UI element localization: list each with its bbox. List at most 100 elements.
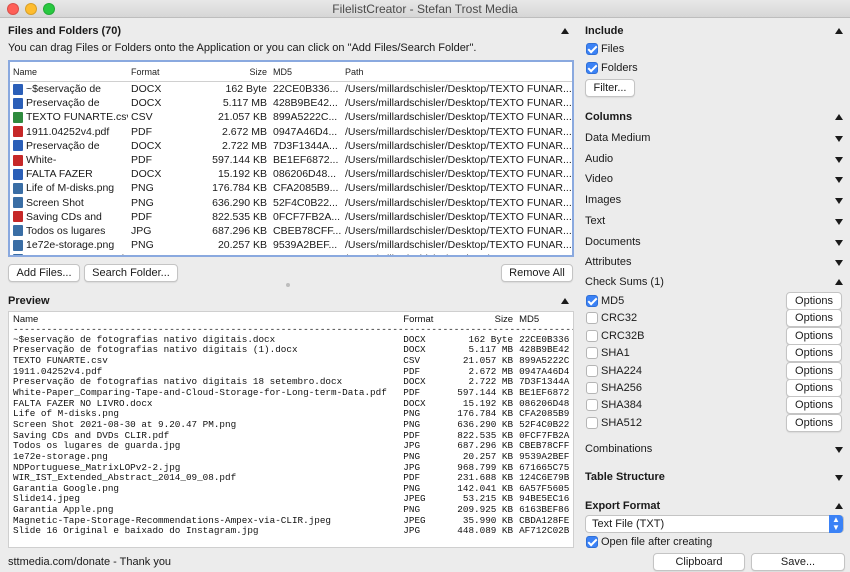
column-header-name[interactable]: Name — [10, 67, 128, 77]
preview-name: FALTA FAZER NO LIVRO.docx — [13, 397, 153, 409]
preview-size: 162 Byte — [468, 333, 514, 345]
collapse-files-panel-icon[interactable] — [561, 28, 569, 34]
table-structure-section-title[interactable]: Table Structure — [585, 471, 665, 483]
checksum-sha384-checkbox[interactable] — [586, 399, 598, 412]
table-row[interactable]: FALTA FAZER DOCX 15.192 KB 086206D48... /Use… — [10, 167, 572, 181]
collapse-checksums-icon[interactable] — [835, 279, 843, 285]
checksum-crc32-checkbox[interactable] — [586, 312, 598, 325]
chevron-down-icon[interactable] — [835, 156, 843, 163]
preview-panel-title: Preview — [8, 295, 50, 307]
file-path: /Users/millardschisler/Desktop/TEXTO FUN… — [345, 111, 572, 124]
checksum-sha1-options-button[interactable]: Options — [786, 344, 842, 363]
table-row[interactable]: NDPortuguese_MatrixJPG968.799 KB671665C7… — [10, 252, 572, 255]
status-bar-text: sttmedia.com/donate - Thank you — [8, 556, 172, 568]
chevron-down-icon[interactable] — [835, 239, 843, 246]
expand-table-structure-icon[interactable] — [835, 475, 843, 481]
chevron-down-icon[interactable] — [835, 198, 843, 205]
checksum-sha512-options-button[interactable]: Options — [786, 413, 842, 432]
columns-item-data-medium[interactable]: Data Medium — [585, 132, 650, 144]
columns-item-text[interactable]: Text — [585, 215, 605, 227]
checksum-sha512-checkbox[interactable] — [586, 416, 598, 429]
checksum-crc32-options-button[interactable]: Options — [786, 309, 842, 328]
preview-format: PDF — [403, 387, 421, 399]
remove-all-button[interactable]: Remove All — [501, 264, 573, 282]
collapse-export-icon[interactable] — [835, 503, 843, 509]
table-row[interactable]: Screen Shot PNG 636.290 KB 52F4C0B22... /Use… — [10, 196, 572, 210]
table-row[interactable]: White- PDF 597.144 KB BE1EF6872... /Users/mi… — [10, 153, 572, 167]
word-doc-icon — [13, 83, 23, 95]
collapse-preview-panel-icon[interactable] — [561, 298, 569, 304]
table-row[interactable]: Preservação de DOCX 5.117 MB 428B9BE42... /U… — [10, 96, 572, 110]
add-files-button[interactable]: Add Files... — [8, 264, 80, 282]
minimize-window-button[interactable] — [25, 3, 37, 15]
column-header-md5[interactable]: MD5 — [270, 67, 342, 77]
splitter-handle[interactable] — [286, 283, 290, 287]
columns-item-documents[interactable]: Documents — [585, 236, 641, 248]
preview-md5: BE1EF6872 — [519, 387, 570, 399]
clipboard-button[interactable]: Clipboard — [653, 553, 745, 571]
columns-item-attributes[interactable]: Attributes — [585, 256, 631, 268]
checksum-sha1-checkbox[interactable] — [586, 347, 598, 360]
table-row[interactable]: Preservação de DOCX 2.722 MB 7D3F1344A... /U… — [10, 139, 572, 153]
table-row[interactable]: TEXTO FUNARTE.csv CSV 21.057 KB 899A5222C..… — [10, 110, 572, 124]
expand-combinations-icon[interactable] — [835, 447, 843, 453]
list-item: Garantia Apple.png PNG 209.925 KB 6163BEF86 — [9, 504, 573, 515]
columns-item-audio[interactable]: Audio — [585, 153, 613, 165]
save-button[interactable]: Save... — [751, 553, 845, 571]
file-format: DOCX — [131, 139, 162, 152]
search-folder-button[interactable]: Search Folder... — [84, 264, 178, 282]
preview-format: PNG — [403, 418, 421, 430]
checksum-md5-options-button[interactable]: Options — [786, 292, 842, 310]
chevron-down-icon[interactable] — [835, 177, 843, 184]
checksum-sha256-options-button[interactable]: Options — [786, 379, 842, 397]
table-row[interactable]: 1e72e-storage.png PNG 20.257 KB 9539A2BEF..… — [10, 238, 572, 252]
column-header-size[interactable]: Size — [186, 67, 270, 77]
list-item: WIR_IST_Extended_Abstract_2014_09_08.pdf… — [9, 472, 573, 483]
checksum-sha256-checkbox[interactable] — [586, 382, 598, 394]
columns-item-images[interactable]: Images — [585, 194, 621, 206]
close-window-button[interactable] — [7, 3, 19, 15]
file-path: /Users/millardschisler/Desktop/TEXTO FUN… — [345, 239, 572, 252]
collapse-columns-icon[interactable] — [835, 114, 843, 120]
file-size: 597.144 KB — [212, 154, 267, 167]
filter-button[interactable]: Filter... — [585, 79, 635, 97]
chevron-down-icon[interactable] — [835, 136, 843, 142]
include-files-checkbox[interactable] — [586, 43, 598, 55]
chevron-down-icon[interactable] — [835, 260, 843, 267]
preview-header-size: Size — [494, 313, 514, 325]
file-name: Life of M-disks.png — [26, 182, 115, 195]
column-header-format[interactable]: Format — [128, 67, 186, 77]
columns-item-video[interactable]: Video — [585, 173, 613, 185]
collapse-include-icon[interactable] — [835, 28, 843, 34]
file-format: DOCX — [131, 97, 162, 110]
include-files-label: Files — [601, 43, 625, 55]
table-row[interactable]: 1911.04252v4.pdf PDF 2.672 MB 0947A46D4... /… — [10, 125, 572, 139]
table-row[interactable]: ~$eservação de DOCX 162 Byte 22CE0B336... /U… — [10, 82, 572, 96]
checksum-sha224-checkbox[interactable] — [586, 364, 598, 377]
checksum-sha224-options-button[interactable]: Options — [786, 361, 842, 380]
combinations-section-title[interactable]: Combinations — [585, 443, 652, 455]
table-row[interactable]: Life of M-disks.png PNG 176.784 KB CFA2085B… — [10, 181, 572, 195]
table-row[interactable]: Todos os lugares JPG 687.296 KB CBEB78CFF..… — [10, 224, 572, 238]
list-item: Magnetic-Tape-Storage-Recommendations-Am… — [9, 515, 573, 526]
checksum-md5-checkbox[interactable] — [586, 295, 598, 307]
preview-header-md5: MD5 — [519, 313, 540, 325]
column-header-path[interactable]: Path — [342, 67, 572, 77]
open-after-creating-checkbox[interactable] — [586, 536, 598, 548]
export-format-select[interactable]: Text File (TXT) ▲ ▼ — [585, 515, 844, 533]
file-size: 5.117 MB — [222, 97, 267, 110]
file-name: FALTA FAZER — [26, 168, 93, 181]
pdf-icon — [13, 154, 23, 166]
include-folders-checkbox[interactable] — [586, 62, 598, 74]
file-size: 162 Byte — [225, 83, 267, 96]
file-list-table[interactable]: Name Format Size MD5 Path ~$eservação de… — [8, 60, 574, 257]
checksum-sha384-options-button[interactable]: Options — [786, 396, 842, 415]
checksum-crc32b-options-button[interactable]: Options — [786, 326, 842, 345]
file-format: JPG — [128, 253, 186, 255]
chevron-down-icon[interactable] — [835, 218, 843, 225]
preview-header-format: Format — [403, 313, 434, 325]
zoom-window-button[interactable] — [43, 3, 55, 15]
table-row[interactable]: Saving CDs and PDF 822.535 KB 0FCF7FB2A... /… — [10, 210, 572, 224]
preview-area[interactable]: Name Format Size MD5 -------------------… — [8, 311, 574, 548]
checksum-crc32b-checkbox[interactable] — [586, 329, 598, 342]
